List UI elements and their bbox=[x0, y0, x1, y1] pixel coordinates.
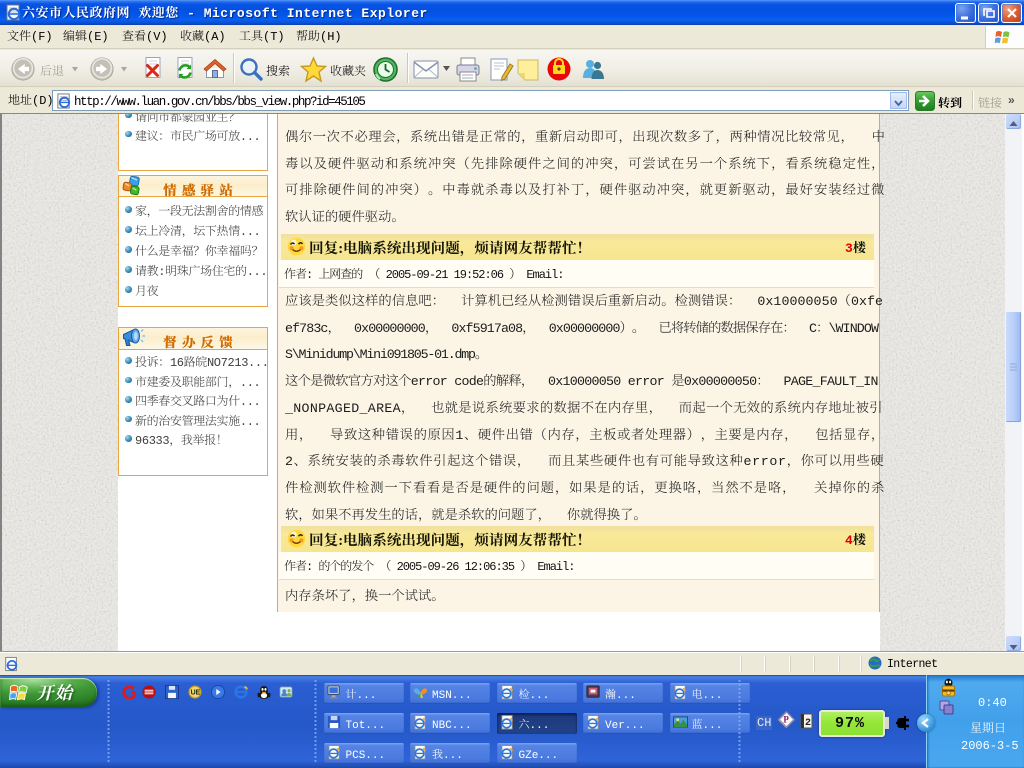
svg-text:UE: UE bbox=[191, 690, 201, 697]
svg-text:2: 2 bbox=[805, 718, 811, 729]
svg-text:P: P bbox=[783, 715, 789, 725]
